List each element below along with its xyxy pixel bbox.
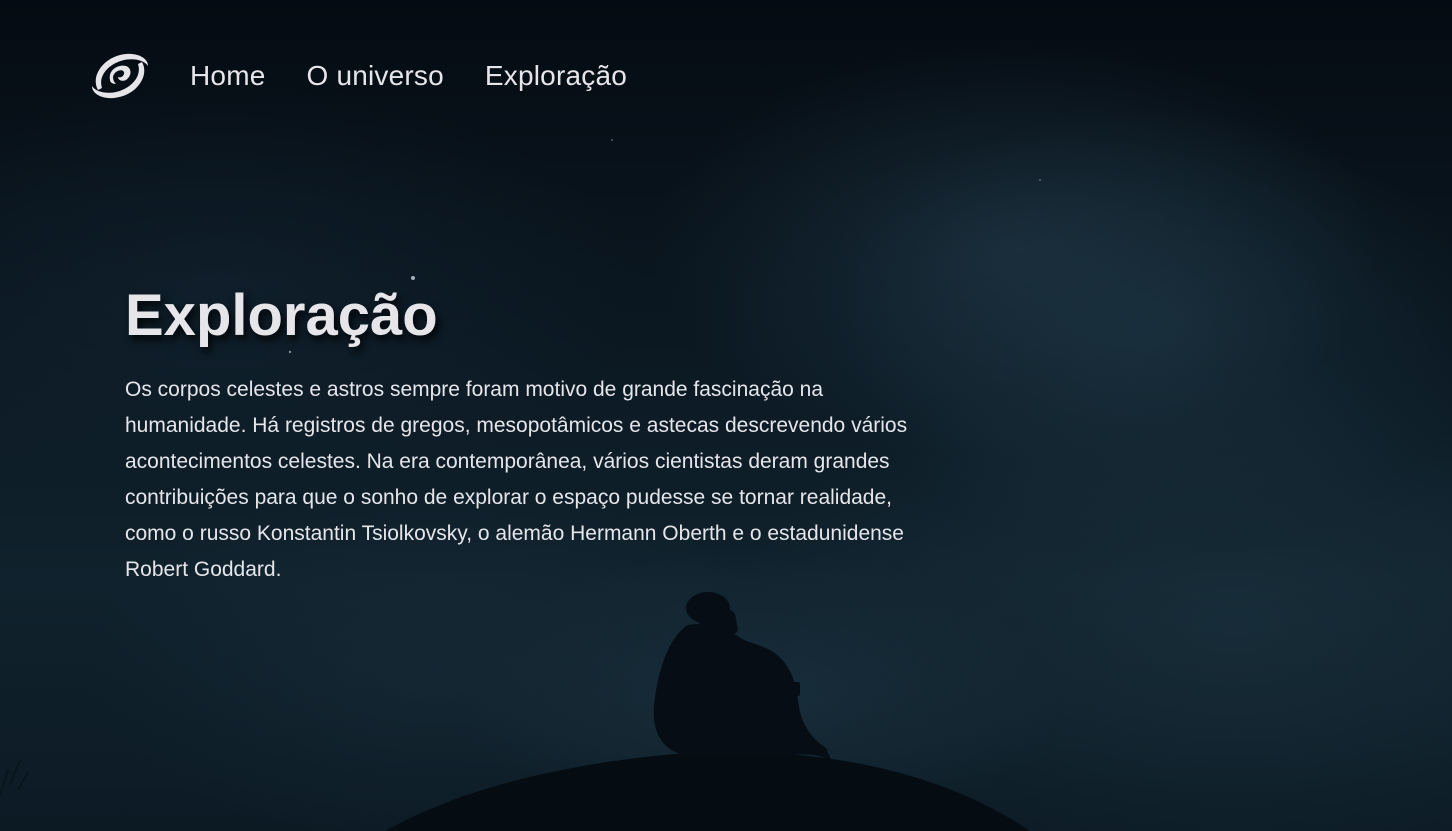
main-nav: Home O universo Exploração bbox=[88, 46, 627, 106]
star bbox=[1039, 179, 1041, 181]
page-title: Exploração bbox=[125, 283, 438, 348]
plant-silhouette bbox=[0, 759, 29, 796]
star bbox=[611, 139, 613, 141]
nav-link-exploracao[interactable]: Exploração bbox=[485, 46, 627, 106]
hero-section: Exploração Os corpos celestes e astros s… bbox=[125, 280, 945, 588]
nav-link-o-universo[interactable]: O universo bbox=[307, 46, 444, 106]
page: Home O universo Exploração Exploração Os… bbox=[0, 0, 1452, 831]
hero-paragraph: Os corpos celestes e astros sempre foram… bbox=[125, 378, 908, 581]
nav-link-home[interactable]: Home bbox=[190, 46, 266, 106]
spiral-galaxy-icon[interactable] bbox=[88, 46, 152, 106]
